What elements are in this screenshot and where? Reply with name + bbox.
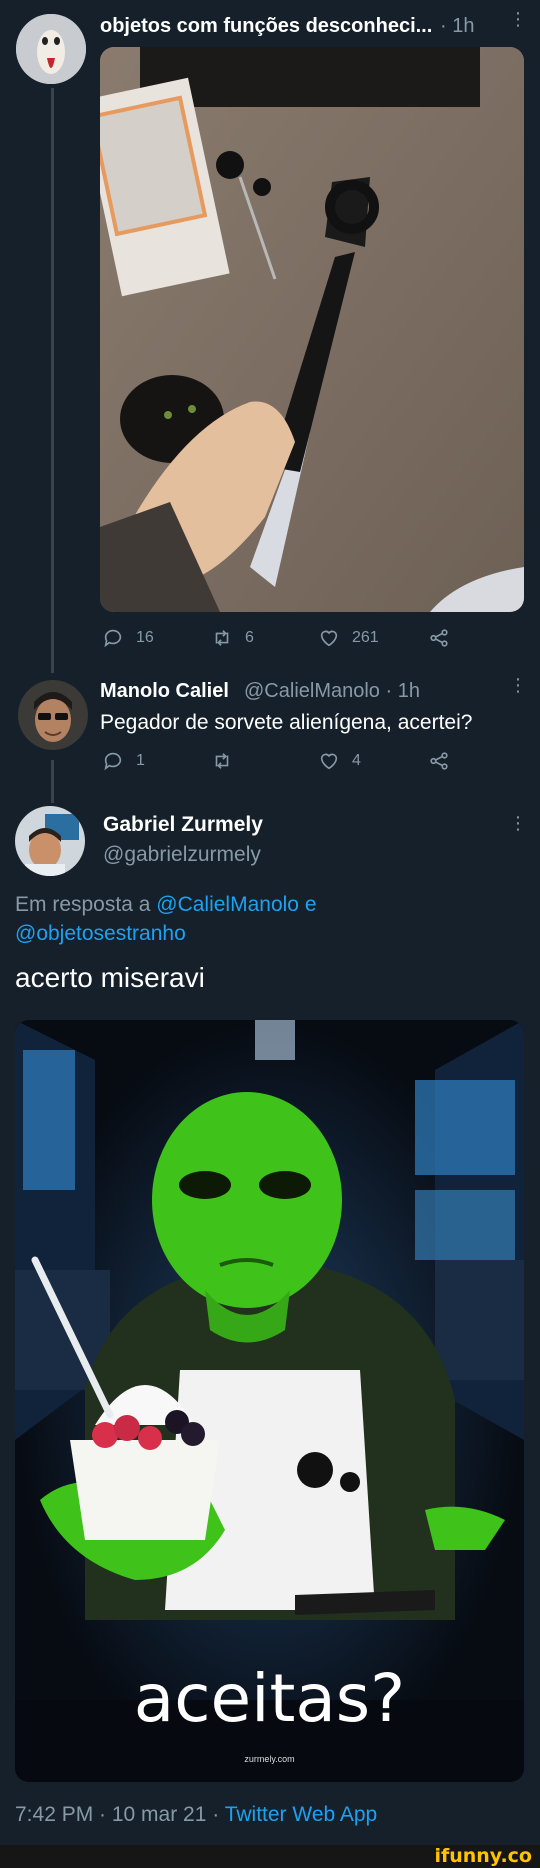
like-button[interactable]: 4	[318, 750, 361, 772]
reply-icon	[104, 629, 122, 648]
meme-caption: aceitas?	[133, 1660, 406, 1737]
retweet-count: 6	[245, 629, 254, 646]
mention-link[interactable]: @CalielManolo	[156, 893, 299, 916]
tweet3-handle[interactable]: @gabrielzurmely	[103, 843, 261, 867]
tweet3-meme-image[interactable]: aceitas? zurmely.com	[15, 1020, 524, 1782]
ifunny-watermark: ifunny.co	[434, 1845, 532, 1867]
tweet1-photo[interactable]	[100, 47, 524, 612]
mention-conjunction: e	[304, 893, 317, 916]
retweet-icon	[215, 630, 229, 646]
tweet1-avatar[interactable]	[16, 14, 86, 84]
like-icon	[320, 630, 338, 647]
like-button[interactable]: 261	[318, 627, 379, 649]
retweet-button[interactable]	[211, 750, 245, 772]
reply-prefix: Em resposta a	[15, 893, 151, 916]
thread-line-2	[51, 760, 54, 803]
more-icon[interactable]: ⋮	[509, 676, 527, 694]
tweet2-handle-time: @CalielManolo · 1h	[244, 680, 420, 702]
more-icon[interactable]: ⋮	[509, 10, 527, 28]
reply-context: Em resposta a @CalielManolo e @objetoses…	[15, 890, 520, 948]
thread-line-1	[51, 88, 54, 673]
tweet1-time-row: · 1h	[440, 15, 475, 37]
share-icon	[430, 629, 448, 647]
tweet2-name[interactable]: Manolo Caliel	[100, 680, 229, 703]
retweet-button[interactable]: 6	[211, 627, 254, 649]
tweet2-text: Pegador de sorvete alienígena, acertei?	[100, 711, 473, 734]
retweet-icon	[215, 753, 229, 769]
share-button[interactable]	[428, 627, 450, 649]
like-count: 4	[352, 752, 361, 769]
timestamp: 7:42 PM · 10 mar 21 ·	[15, 1803, 225, 1826]
source-app-link[interactable]: Twitter Web App	[225, 1803, 378, 1826]
tweet1-author[interactable]: objetos com funções desconheci...	[100, 15, 432, 38]
like-count: 261	[352, 629, 379, 646]
more-icon[interactable]: ⋮	[509, 814, 527, 832]
tweet1-time: 1h	[452, 15, 475, 37]
share-button[interactable]	[428, 750, 450, 772]
meme-watermark: zurmely.com	[244, 1754, 295, 1764]
share-icon	[430, 752, 448, 770]
reply-count: 16	[136, 629, 154, 646]
reply-count: 1	[136, 752, 145, 769]
reply-button[interactable]: 1	[102, 750, 145, 772]
reply-button[interactable]: 16	[102, 627, 154, 649]
ifunny-watermark-bar: ifunny.co	[0, 1845, 540, 1868]
mention-link[interactable]: @objetosestranho	[15, 922, 186, 945]
reply-icon	[104, 752, 122, 771]
tweet3-avatar[interactable]	[15, 806, 85, 876]
tweet3-footer: 7:42 PM · 10 mar 21 · Twitter Web App	[15, 1803, 377, 1827]
tweet3-name[interactable]: Gabriel Zurmely	[103, 813, 263, 837]
like-icon	[320, 753, 338, 770]
tweet2-avatar[interactable]	[18, 680, 88, 750]
tweet3-text: acerto miseravi	[15, 962, 205, 993]
